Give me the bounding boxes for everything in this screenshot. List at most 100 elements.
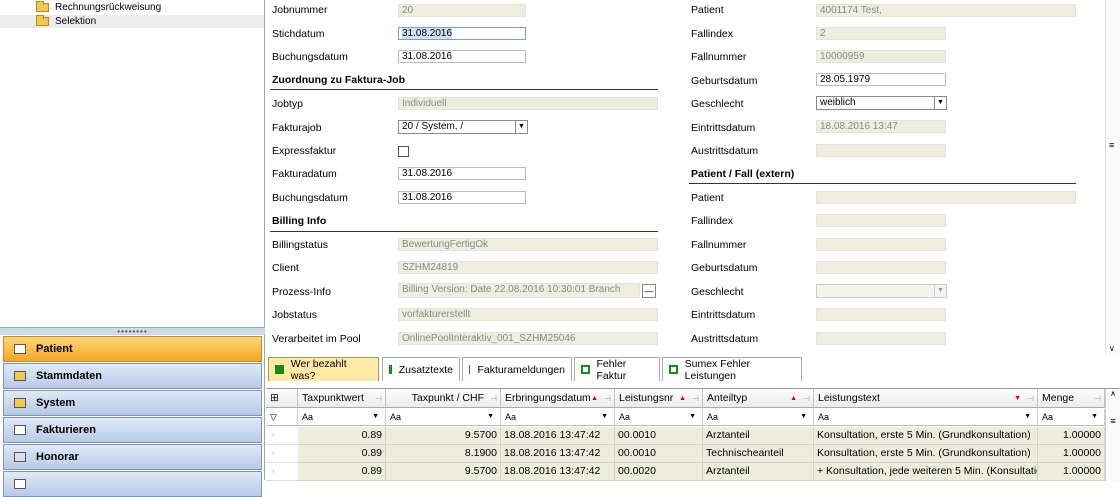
cell-taxpunktwert[interactable]: 0.89	[298, 445, 386, 463]
tree-item-rechnungsrueckweisung[interactable]: Rechnungsrückweisung	[36, 1, 161, 14]
pin-icon[interactable]: ⊣	[803, 389, 810, 407]
tab-sumex-fehler[interactable]: Sumex Fehler Leistungen	[662, 357, 802, 382]
expressfaktur-checkbox[interactable]	[398, 146, 409, 157]
cell-leistungstext[interactable]: Konsultation, erste 5 Min. (Grundkonsult…	[814, 445, 1038, 463]
filter-taxpunkt-chf[interactable]: Aa ▼	[386, 409, 501, 426]
cell-anteiltyp[interactable]: Arztanteil	[703, 463, 814, 481]
folder-icon	[14, 398, 26, 408]
nav-more[interactable]	[3, 471, 262, 497]
column-header-taxpunktwert[interactable]: Taxpunktwert ⊣	[298, 389, 386, 408]
cell-erbringungsdatum[interactable]: 18.08.2016 13:47:42	[501, 463, 615, 481]
tab-wer-bezahlt[interactable]: Wer bezahlt was?	[268, 357, 379, 382]
column-header-anteiltyp[interactable]: Anteiltyp ▲ ⊣	[703, 389, 814, 408]
tab-label: Zusatztexte	[398, 363, 453, 376]
column-header-taxpunkt-chf[interactable]: Taxpunkt / CHF ⊣	[386, 389, 501, 408]
patient-field: 4001174 Test,	[816, 4, 1076, 17]
nav-stammdaten[interactable]: Stammdaten	[3, 363, 262, 389]
row-selector[interactable]: ›	[266, 427, 298, 445]
cell-menge[interactable]: 1.00000	[1038, 427, 1105, 445]
chevron-down-icon[interactable]: ▼	[800, 409, 807, 425]
column-header-erbringungsdatum[interactable]: Erbringungsdatum ▲ ⊣	[501, 389, 615, 408]
cell-taxpunkt-chf[interactable]: 8.1900	[386, 445, 501, 463]
pin-icon[interactable]: ⊣	[1094, 389, 1101, 407]
cell-menge[interactable]: 1.00000	[1038, 445, 1105, 463]
geburtsdatum-field[interactable]: 28.05.1979	[816, 73, 946, 86]
nav-system[interactable]: System	[3, 390, 262, 416]
column-header-leistungsnr[interactable]: Leistungsnr ▲ ⊣	[615, 389, 703, 408]
cell-anteiltyp[interactable]: Arztanteil	[703, 427, 814, 445]
row-selector[interactable]: ›	[266, 445, 298, 463]
cell-anteiltyp[interactable]: Technischeanteil	[703, 445, 814, 463]
chevron-down-icon[interactable]: ▼	[372, 409, 379, 425]
stichdatum-field[interactable]: 31.08.2016	[398, 27, 526, 40]
cell-leistungsnr[interactable]: 00.0010	[615, 445, 703, 463]
client-field: SZHM24819	[398, 261, 658, 274]
filter-leistungsnr[interactable]: Aa ▼	[615, 409, 703, 426]
jobtyp-label: Jobtyp	[272, 98, 303, 110]
sort-ascending-icon[interactable]: ▲	[679, 389, 686, 407]
pin-icon[interactable]: ⊣	[375, 389, 382, 407]
panel-splitter[interactable]: ••••••••	[0, 327, 265, 336]
nav-patient[interactable]: Patient	[3, 336, 262, 362]
eintritt-field: 18.08.2016 13:47	[816, 120, 946, 133]
cell-erbringungsdatum[interactable]: 18.08.2016 13:47:42	[501, 445, 615, 463]
pin-icon[interactable]: ⊣	[490, 389, 497, 407]
sort-descending-icon[interactable]: ▼	[1014, 389, 1021, 407]
filter-taxpunktwert[interactable]: Aa ▼	[298, 409, 386, 426]
column-chooser-icon[interactable]: ⊞	[266, 389, 298, 408]
detail-tabs: Wer bezahlt was? Zusatztexte Fakturameld…	[266, 356, 1120, 382]
filter-leistungstext[interactable]: Aa ▼	[814, 409, 1038, 426]
filter-icon[interactable]: ▽	[266, 409, 298, 426]
cell-leistungstext[interactable]: Konsultation, erste 5 Min. (Grundkonsult…	[814, 427, 1038, 445]
sort-ascending-icon[interactable]: ▲	[591, 389, 598, 407]
tab-fakturameldungen[interactable]: Fakturameldungen	[462, 357, 572, 381]
jobnummer-label: Jobnummer	[272, 4, 328, 16]
tree-item-selektion[interactable]: Selektion	[0, 15, 264, 28]
filter-erbringungsdatum[interactable]: Aa ▼	[501, 409, 615, 426]
cell-erbringungsdatum[interactable]: 18.08.2016 13:47:42	[501, 427, 615, 445]
expand-text-button[interactable]: —	[642, 284, 656, 298]
chevron-down-icon[interactable]: ▼	[934, 97, 946, 109]
jobnummer-field: 20	[398, 4, 526, 17]
column-header-leistungstext[interactable]: Leistungstext ▼ ⊣	[814, 389, 1038, 408]
buchungsdatum2-field[interactable]: 31.08.2016	[398, 191, 526, 204]
pin-icon[interactable]: ⊣	[692, 389, 699, 407]
filter-menge[interactable]: Aa ▼	[1038, 409, 1105, 426]
geschlecht-dropdown[interactable]: weiblich ▼	[816, 96, 947, 110]
grid-scrollbar[interactable]: ∧ ≡	[1105, 389, 1120, 481]
pin-icon[interactable]: ⊣	[1027, 389, 1034, 407]
chevron-down-icon[interactable]: ▼	[487, 409, 494, 425]
form-scrollbar[interactable]: ≡ ∨	[1105, 0, 1120, 355]
chevron-down-icon[interactable]: ▼	[515, 121, 527, 133]
chevron-down-icon[interactable]: ▼	[1024, 409, 1031, 425]
row-selector[interactable]: ›	[266, 463, 298, 481]
nav-honorar[interactable]: Honorar	[3, 444, 262, 470]
buchungsdatum-field[interactable]: 31.08.2016	[398, 50, 526, 63]
billingstatus-label: Billingstatus	[272, 239, 329, 251]
chevron-down-icon[interactable]: ▼	[601, 409, 608, 425]
cell-taxpunktwert[interactable]: 0.89	[298, 427, 386, 445]
pin-icon[interactable]: ⊣	[604, 389, 611, 407]
column-header-menge[interactable]: Menge ⊣	[1038, 389, 1105, 408]
cell-leistungstext[interactable]: + Konsultation, jede weiteren 5 Min. (Ko…	[814, 463, 1038, 481]
jobstatus-label: Jobstatus	[272, 309, 317, 321]
filter-operator: Aa	[1042, 412, 1054, 422]
nav-fakturieren[interactable]: Fakturieren	[3, 417, 262, 443]
chevron-down-icon[interactable]: ▼	[1091, 409, 1098, 425]
cell-taxpunkt-chf[interactable]: 9.5700	[386, 427, 501, 445]
chevron-down-icon[interactable]: ▼	[689, 409, 696, 425]
cell-taxpunkt-chf[interactable]: 9.5700	[386, 463, 501, 481]
tab-fehler-faktur[interactable]: Fehler Faktur	[574, 357, 660, 382]
tab-zusatztexte[interactable]: Zusatztexte	[382, 357, 460, 381]
fakturajob-dropdown[interactable]: 20 / System, / ▼	[398, 120, 528, 134]
chevron-up-icon[interactable]: ∧	[1106, 389, 1120, 398]
cell-menge[interactable]: 1.00000	[1038, 463, 1105, 481]
cell-leistungsnr[interactable]: 00.0020	[615, 463, 703, 481]
fakturadatum-field[interactable]: 31.08.2016	[398, 167, 526, 180]
filter-anteiltyp[interactable]: Aa ▼	[703, 409, 814, 426]
geschlecht-value: weiblich	[820, 97, 856, 108]
chevron-down-icon[interactable]: ∨	[1109, 344, 1115, 353]
cell-leistungsnr[interactable]: 00.0010	[615, 427, 703, 445]
sort-ascending-icon[interactable]: ▲	[790, 389, 797, 407]
cell-taxpunktwert[interactable]: 0.89	[298, 463, 386, 481]
